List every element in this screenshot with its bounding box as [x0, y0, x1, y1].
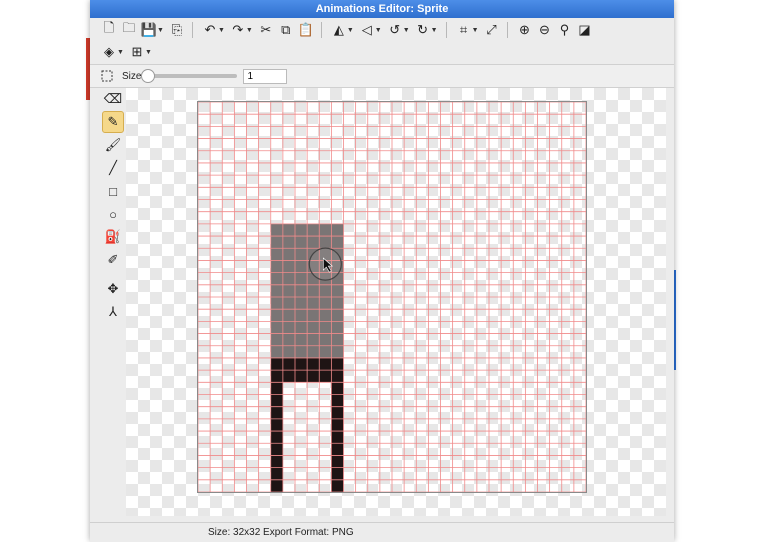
crop-icon[interactable]: ⌗: [455, 20, 473, 40]
eraser-tool[interactable]: ⌫: [102, 88, 124, 110]
rotate-right-icon[interactable]: ↻: [414, 20, 432, 40]
layers-icon[interactable]: ◈: [100, 42, 118, 62]
grid-icon[interactable]: ⊞: [128, 42, 146, 62]
undo-icon[interactable]: ↶: [201, 20, 219, 40]
undo-dropdown-icon[interactable]: ▼: [218, 27, 225, 34]
save-icon[interactable]: 💾: [140, 20, 158, 40]
flip-horizontal-icon[interactable]: ◭: [330, 20, 348, 40]
tool-palette: ⌫ ✎ 🖌 ╱ □ ○ ⛽ ✐ ✥ ⅄: [100, 88, 126, 324]
redo-dropdown-icon[interactable]: ▼: [246, 27, 253, 34]
new-file-icon[interactable]: 🗋: [100, 20, 118, 40]
toolbar-separator: [506, 22, 508, 38]
flip-horizontal-dropdown-icon[interactable]: ▼: [347, 27, 354, 34]
main-toolbar: 🗋 🗀 💾 ▼ ⎘ ↶ ▼ ↷ ▼ ✂ ⧉ 📋 ◭ ▼ ◁ ▼ ↺ ▼ ↻ ▼ ⌗ ▼ ⤢ ⊕ ⊖ ⚲ ◪: [90, 18, 674, 42]
zoom-in-icon[interactable]: ⊕: [516, 20, 534, 40]
export-icon[interactable]: ⎘: [168, 20, 186, 40]
flip-vertical-icon[interactable]: ◁: [358, 20, 376, 40]
pencil-tool[interactable]: ✎: [102, 111, 124, 133]
tool-options-bar: Size: [90, 64, 674, 88]
secondary-toolbar: ◈ ▼ ⊞ ▼: [90, 42, 674, 62]
size-slider-thumb[interactable]: [141, 69, 156, 83]
zoom-fit-icon[interactable]: ⚲: [556, 20, 574, 40]
pixel-block-dark: [270, 382, 283, 492]
sprite-pixel-grid[interactable]: [198, 102, 586, 492]
rotate-left-icon[interactable]: ↺: [386, 20, 404, 40]
line-tool[interactable]: ╱: [102, 157, 124, 179]
window-title: Animations Editor: Sprite: [90, 0, 674, 18]
status-text: Size: 32x32 Export Format: PNG: [208, 527, 354, 538]
animations-editor-window: Animations Editor: Sprite 🗋 🗀 💾 ▼ ⎘ ↶ ▼ ↷ ▼ ✂ ⧉ 📋 ◭ ▼…: [90, 0, 674, 542]
toolbar-separator: [320, 22, 322, 38]
canvas-area[interactable]: [126, 88, 666, 516]
zoom-out-icon[interactable]: ⊖: [536, 20, 554, 40]
selection-rect-icon[interactable]: [98, 66, 116, 86]
pixel-block-dark: [331, 382, 344, 492]
open-folder-icon[interactable]: 🗀: [120, 20, 138, 40]
ellipse-tool[interactable]: ○: [102, 203, 124, 225]
rectangle-tool[interactable]: □: [102, 180, 124, 202]
rotate-left-dropdown-icon[interactable]: ▼: [403, 27, 410, 34]
grid-dropdown-icon[interactable]: ▼: [145, 49, 152, 56]
move-pixels-tool[interactable]: ✥: [102, 278, 124, 300]
copy-icon[interactable]: ⧉: [277, 20, 295, 40]
flip-vertical-dropdown-icon[interactable]: ▼: [375, 27, 382, 34]
sprite-canvas[interactable]: [197, 101, 587, 493]
background-app: [0, 0, 90, 541]
size-input[interactable]: [243, 68, 288, 84]
save-dropdown-icon[interactable]: ▼: [157, 27, 164, 34]
crop-dropdown-icon[interactable]: ▼: [472, 27, 479, 34]
status-bar: Size: 32x32 Export Format: PNG: [90, 522, 674, 542]
fill-bucket-tool[interactable]: ⛽: [102, 226, 124, 248]
eyedropper-tool[interactable]: ✐: [102, 249, 124, 271]
background-toggle-icon[interactable]: ◪: [576, 20, 594, 40]
brush-tool[interactable]: 🖌: [102, 134, 124, 156]
toolbar-separator: [191, 22, 193, 38]
rotate-right-dropdown-icon[interactable]: ▼: [431, 27, 438, 34]
toolbar-separator: [445, 22, 447, 38]
size-slider[interactable]: [141, 69, 238, 83]
layers-dropdown-icon[interactable]: ▼: [117, 49, 124, 56]
transform-tool[interactable]: ⅄: [102, 301, 124, 323]
resize-icon[interactable]: ⤢: [483, 20, 501, 40]
cut-icon[interactable]: ✂: [257, 20, 275, 40]
redo-icon[interactable]: ↷: [229, 20, 247, 40]
size-label: Size: [122, 70, 142, 82]
paste-icon[interactable]: 📋: [297, 20, 315, 40]
